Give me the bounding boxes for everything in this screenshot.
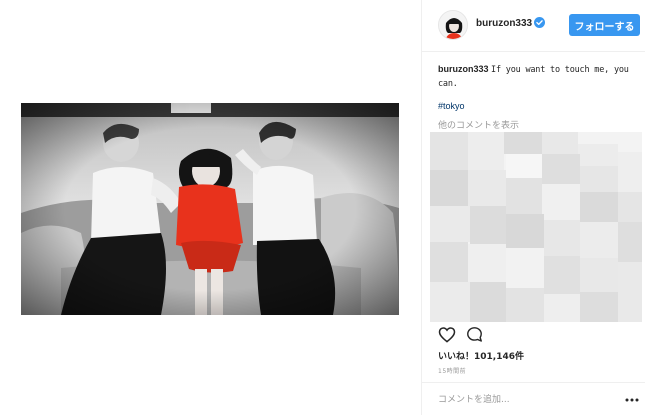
username[interactable]: buruzon333 bbox=[476, 18, 532, 29]
caption-username[interactable]: buruzon333 bbox=[438, 64, 489, 74]
comment-bubble-icon[interactable] bbox=[466, 326, 483, 343]
post-header: buruzon333 フォローする bbox=[422, 0, 645, 52]
post-photo[interactable] bbox=[21, 103, 399, 315]
post-caption: buruzon333 If you want to touch me, you … bbox=[438, 63, 638, 91]
avatar[interactable] bbox=[438, 10, 468, 40]
heart-icon[interactable] bbox=[438, 326, 456, 343]
load-more-comments-link[interactable]: 他のコメントを表示 bbox=[438, 118, 519, 131]
add-comment-bar bbox=[422, 382, 645, 415]
post-side-panel: buruzon333 フォローする buruzon333 If you want… bbox=[421, 0, 645, 415]
verified-badge-icon bbox=[534, 17, 545, 28]
post-photo-image bbox=[21, 103, 399, 315]
likes-count[interactable]: いいね！101,146件 bbox=[438, 349, 524, 362]
avatar-image bbox=[439, 11, 467, 39]
media-panel bbox=[0, 0, 420, 415]
follow-button[interactable]: フォローする bbox=[569, 14, 640, 36]
add-comment-input[interactable] bbox=[438, 392, 618, 408]
hashtag-link[interactable]: #tokyo bbox=[438, 101, 465, 111]
pixelated-comments bbox=[430, 132, 642, 322]
post-timestamp[interactable]: 15時間前 bbox=[438, 366, 466, 375]
more-options-icon[interactable] bbox=[625, 398, 639, 402]
